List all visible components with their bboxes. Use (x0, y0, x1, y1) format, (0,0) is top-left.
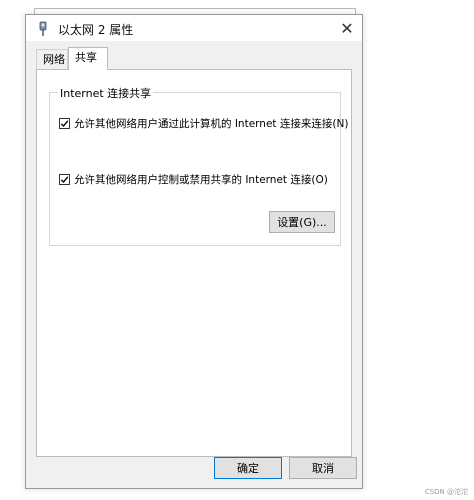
network-adapter-icon (36, 21, 50, 37)
properties-dialog: 以太网 2 属性 ✕ 网络 共享 Internet 连接共享 允许其他网络用户通… (25, 14, 363, 489)
allow-control-checkbox[interactable] (59, 174, 70, 185)
tab-network[interactable]: 网络 (36, 49, 68, 69)
ok-button[interactable]: 确定 (214, 457, 282, 479)
allow-connect-label: 允许其他网络用户通过此计算机的 Internet 连接来连接(N) (74, 118, 349, 130)
close-button[interactable]: ✕ (332, 15, 362, 41)
check-icon (60, 176, 69, 183)
settings-button[interactable]: 设置(G)... (269, 211, 335, 233)
group-title: Internet 连接共享 (58, 85, 154, 101)
allow-connect-option[interactable]: 允许其他网络用户通过此计算机的 Internet 连接来连接(N) (59, 116, 348, 131)
allow-control-label: 允许其他网络用户控制或禁用共享的 Internet 连接(O) (74, 174, 328, 186)
watermark: CSDN @沱沱 (424, 488, 468, 496)
allow-control-option[interactable]: 允许其他网络用户控制或禁用共享的 Internet 连接(O) (59, 172, 328, 187)
sharing-panel: Internet 连接共享 允许其他网络用户通过此计算机的 Internet 连… (36, 69, 352, 457)
tab-sharing[interactable]: 共享 (68, 47, 108, 70)
check-icon (60, 120, 69, 127)
window-title: 以太网 2 属性 (58, 23, 134, 37)
allow-connect-checkbox[interactable] (59, 118, 70, 129)
cancel-button[interactable]: 取消 (289, 457, 357, 479)
internet-connection-sharing-group: Internet 连接共享 允许其他网络用户通过此计算机的 Internet 连… (49, 85, 348, 246)
close-icon: ✕ (340, 18, 354, 38)
title-bar[interactable]: 以太网 2 属性 ✕ (26, 15, 362, 41)
